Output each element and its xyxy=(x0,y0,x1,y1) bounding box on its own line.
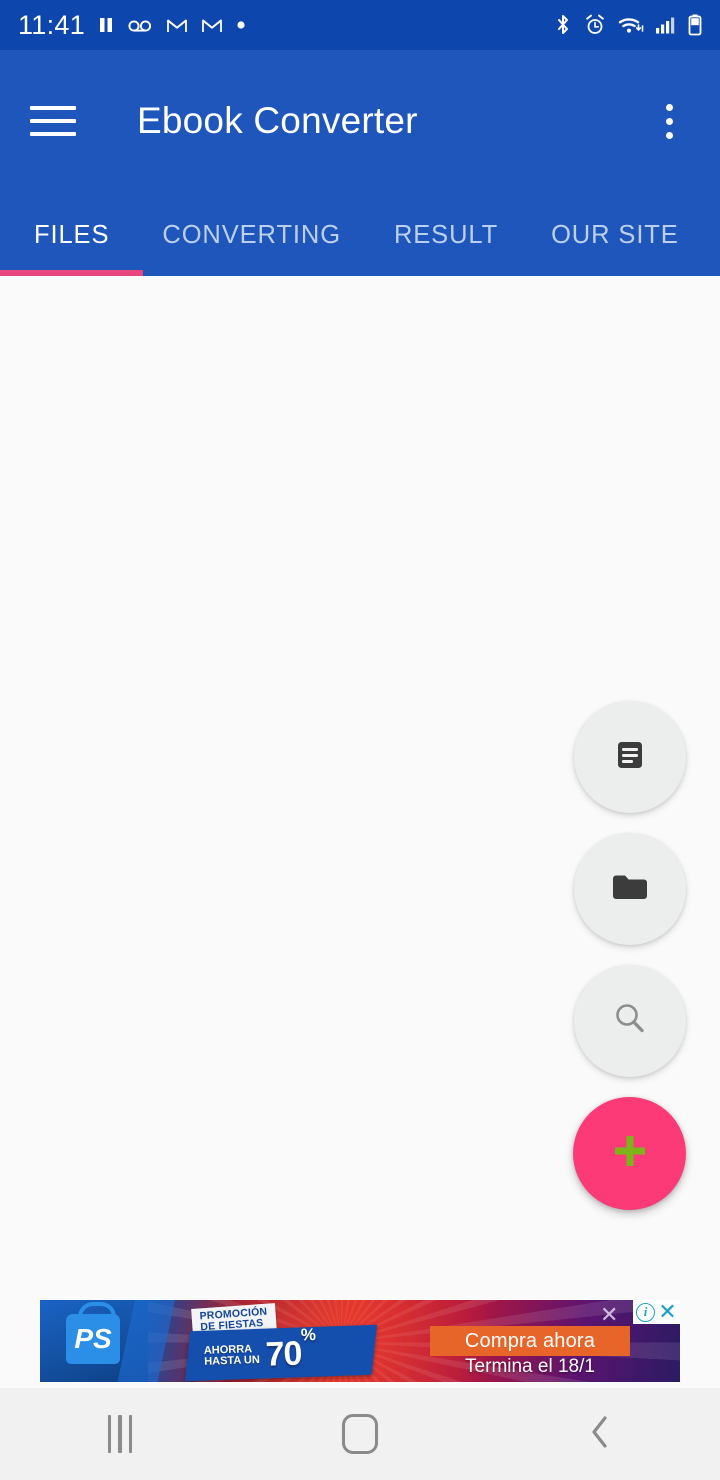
voicemail-icon xyxy=(127,15,153,35)
ad-end-date-text: Termina el 18/1 xyxy=(465,1356,595,1377)
nav-recents-button[interactable] xyxy=(0,1388,240,1480)
adchoices-info-icon[interactable]: i xyxy=(636,1302,655,1322)
back-icon xyxy=(585,1410,615,1459)
recents-bar xyxy=(118,1415,122,1453)
notification-dot-icon xyxy=(236,20,246,30)
ad-discount-value: 70% xyxy=(265,1325,316,1373)
folder-fab[interactable] xyxy=(573,833,686,945)
ad-discount-content: AHORRA HASTA UN 70% xyxy=(195,1325,376,1380)
files-list-empty-area xyxy=(0,276,720,1300)
app-bar: Ebook Converter FILES CONVERTING RESULT … xyxy=(0,50,720,276)
tab-result[interactable]: RESULT xyxy=(394,221,498,276)
ad-save-text: AHORRA HASTA UN xyxy=(204,1343,261,1368)
battery-icon xyxy=(688,13,702,37)
document-lines-icon xyxy=(611,736,649,779)
ad-percent-symbol: % xyxy=(300,1325,316,1345)
overflow-dot xyxy=(665,131,673,139)
app-bar-top-row: Ebook Converter xyxy=(0,50,720,192)
add-fab[interactable] xyxy=(573,1097,686,1210)
status-bar-left: 11:41 xyxy=(18,10,554,41)
hamburger-line xyxy=(30,119,76,123)
pause-icon xyxy=(98,15,114,35)
bluetooth-icon xyxy=(554,13,572,37)
magnifier-icon xyxy=(608,997,652,1046)
gmail-icon xyxy=(201,15,223,35)
ad-close-icon[interactable]: ✕ xyxy=(657,1301,678,1323)
home-icon xyxy=(342,1414,378,1454)
page-title: Ebook Converter xyxy=(137,100,418,141)
nav-back-button[interactable] xyxy=(480,1388,720,1480)
document-fab[interactable] xyxy=(573,701,686,813)
alarm-icon xyxy=(583,13,607,37)
tab-our-site[interactable]: OUR SITE xyxy=(551,221,679,276)
fab-stack xyxy=(573,701,686,1210)
status-clock: 11:41 xyxy=(18,9,86,40)
search-fab[interactable] xyxy=(573,965,686,1077)
cellular-signal-icon xyxy=(655,14,677,36)
overflow-dot xyxy=(665,117,673,125)
ad-controls: i ✕ xyxy=(633,1300,680,1324)
hamburger-line xyxy=(30,106,76,110)
tab-bar: FILES CONVERTING RESULT OUR SITE xyxy=(0,192,720,276)
hamburger-line xyxy=(30,132,76,136)
wifi-icon xyxy=(618,14,644,36)
tab-files[interactable]: FILES xyxy=(34,221,109,276)
ad-playstation-panel: PS xyxy=(40,1300,148,1382)
hamburger-menu-icon[interactable] xyxy=(26,94,80,148)
overflow-menu-icon[interactable] xyxy=(644,93,694,149)
tab-converting[interactable]: CONVERTING xyxy=(162,221,341,276)
ad-cta-button[interactable]: Compra ahora xyxy=(430,1326,630,1356)
ad-sparkle-icon: ✕ xyxy=(600,1302,619,1327)
status-bar-right xyxy=(554,13,702,37)
gmail-icon xyxy=(166,15,188,35)
status-bar: 11:41 xyxy=(0,0,720,50)
ad-discount-number: 70 xyxy=(264,1334,303,1374)
folder-icon xyxy=(609,868,651,911)
ad-save-line2: HASTA UN xyxy=(204,1353,261,1368)
nav-home-button[interactable] xyxy=(240,1388,480,1480)
overflow-dot xyxy=(665,103,673,111)
recents-bar xyxy=(107,1415,112,1453)
plus-icon xyxy=(610,1131,650,1176)
playstation-glyph: PS xyxy=(74,1323,112,1354)
recents-icon xyxy=(107,1415,133,1453)
system-navigation-bar xyxy=(0,1388,720,1480)
recents-bar xyxy=(128,1415,133,1453)
ad-banner[interactable]: PS PROMOCIÓN DE FIESTAS AHORRA HASTA UN … xyxy=(40,1300,680,1382)
playstation-store-icon: PS xyxy=(66,1302,120,1364)
